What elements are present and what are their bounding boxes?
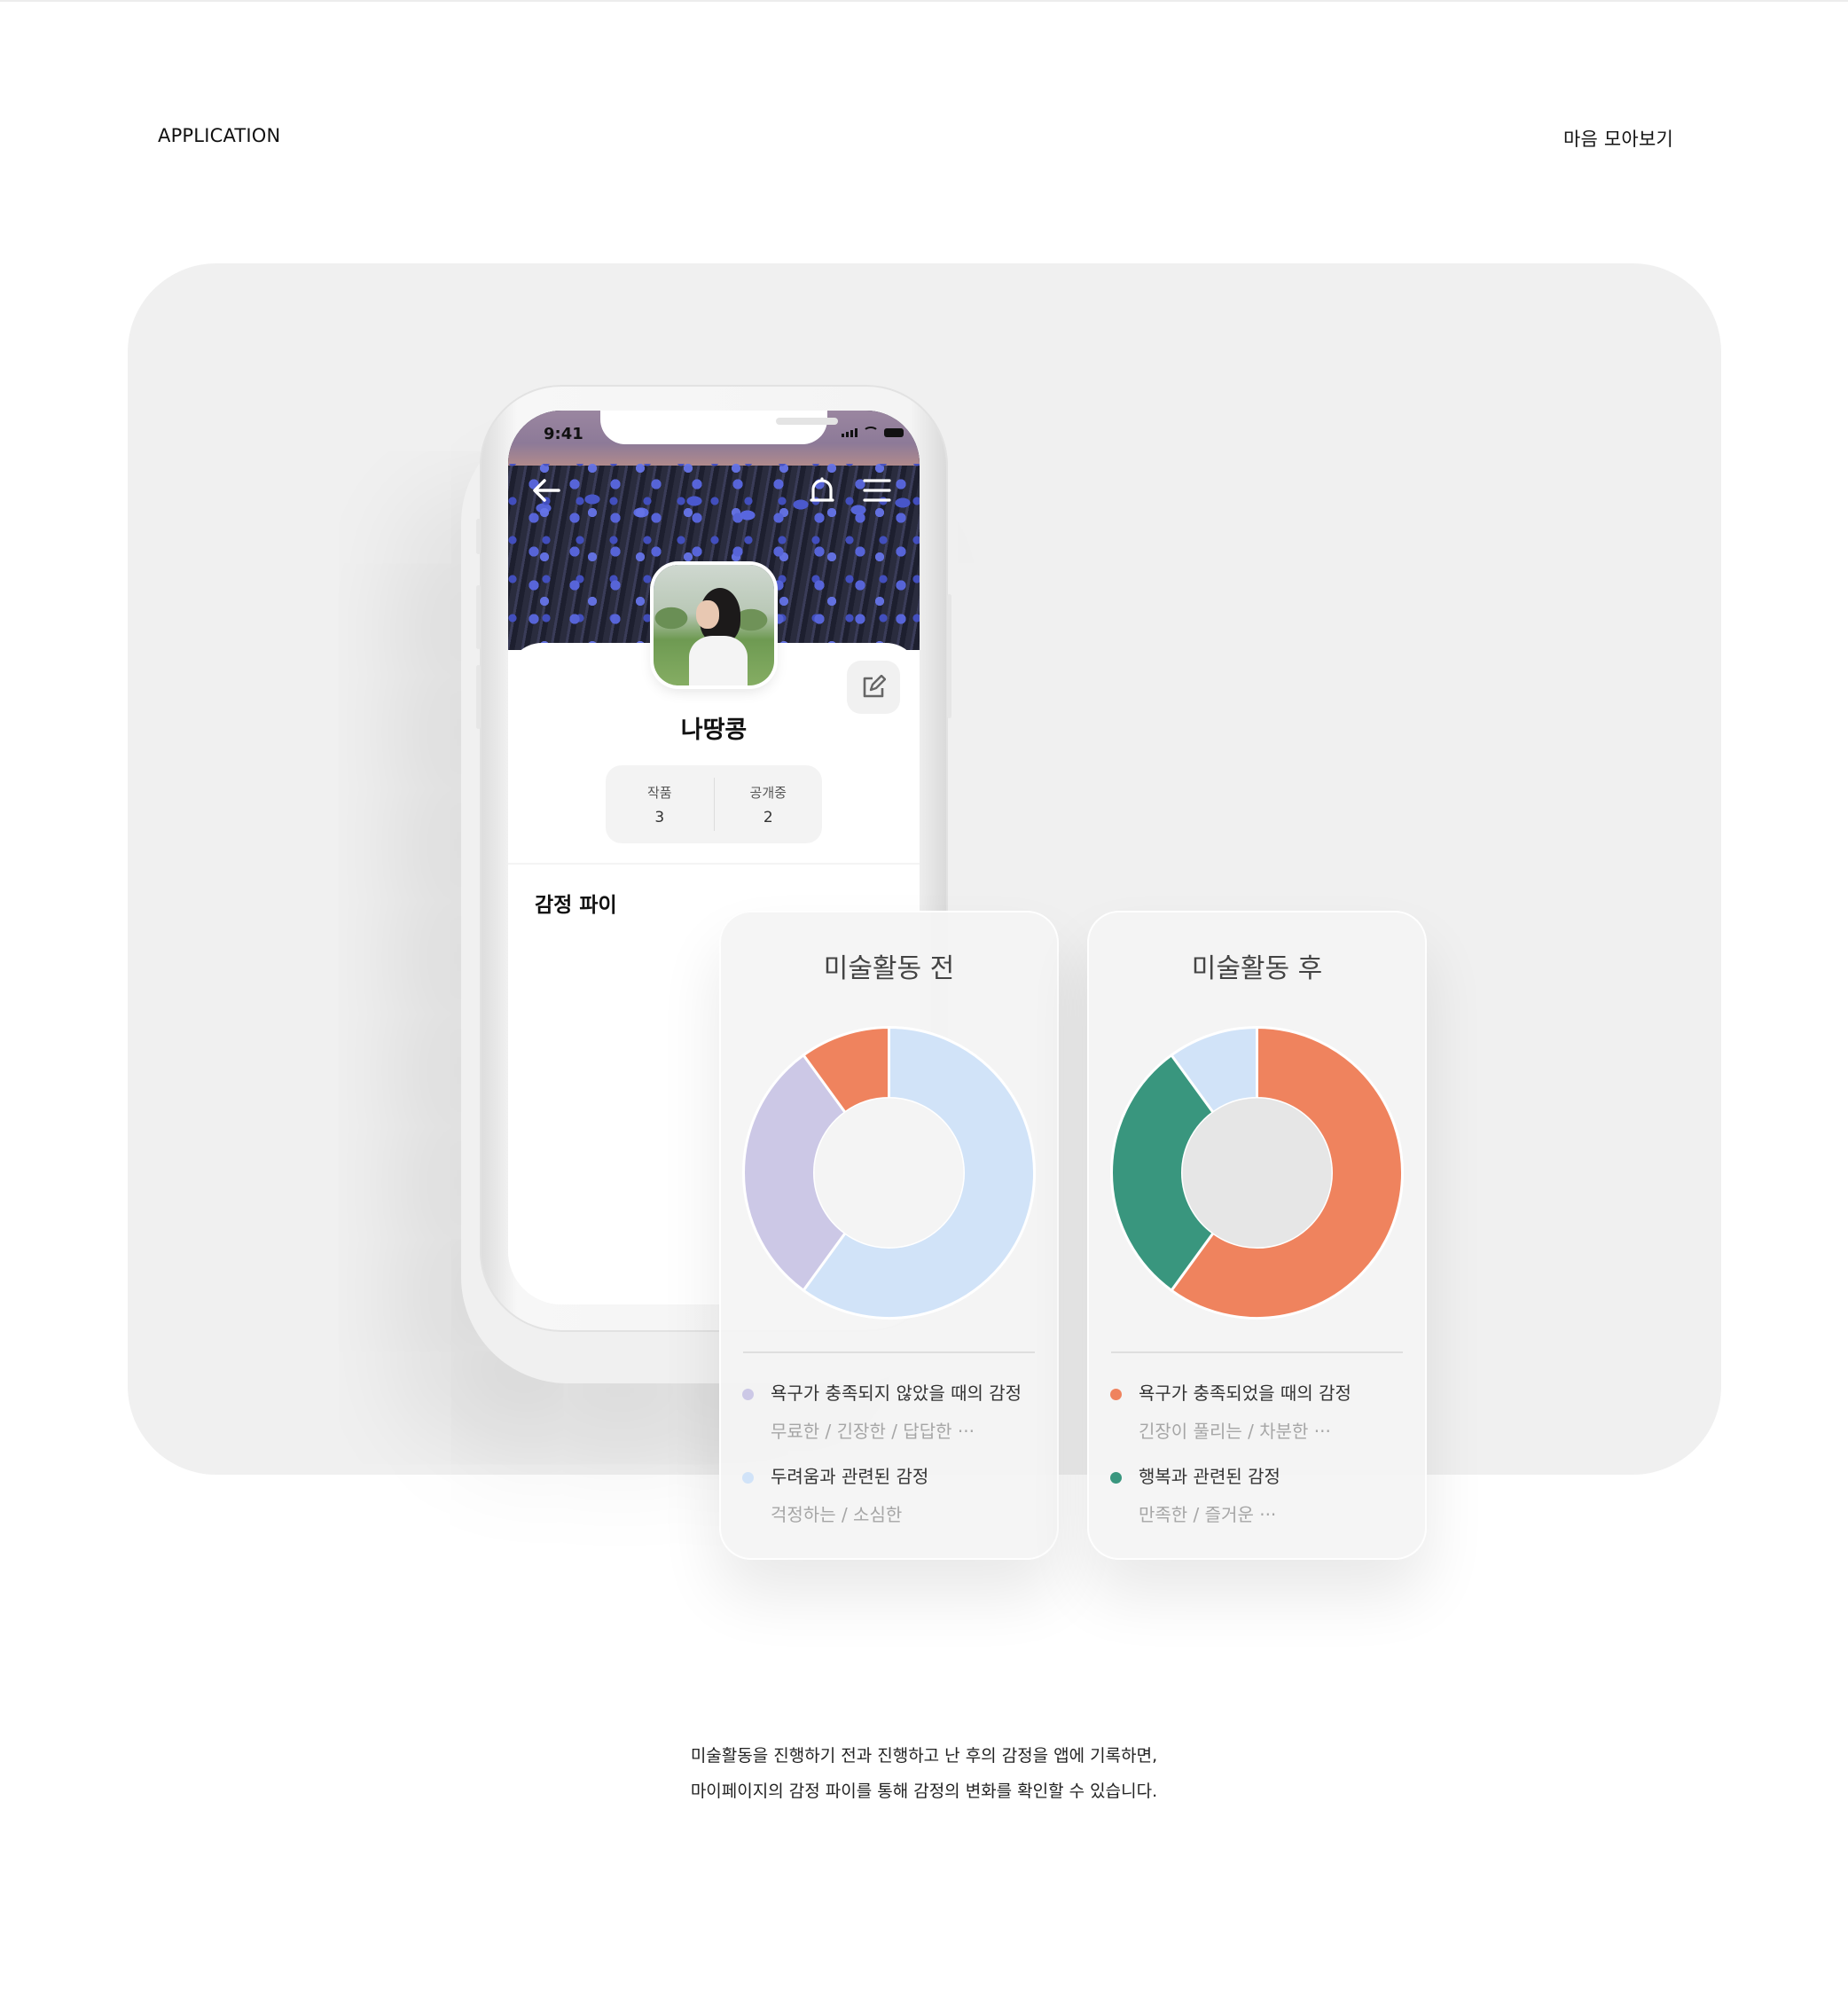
stat-public-label: 공개중 [749, 785, 787, 801]
card-after-activity: 미술활동 후 욕구가 충족되었을 때의 감정 긴장이 풀리는 / 차분한 ···… [1087, 911, 1427, 1560]
donut-hole [814, 1098, 964, 1248]
legend-after: 욕구가 충족되었을 때의 감정 긴장이 풀리는 / 차분한 ··· 행복과 관련… [1110, 1379, 1412, 1546]
emotion-pie-title: 감정 파이 [535, 894, 617, 917]
caption-line-1: 미술활동을 진행하기 전과 진행하고 난 후의 감정을 앱에 기록하면, [690, 1746, 1158, 1766]
battery-icon [884, 428, 904, 437]
card-before-activity: 미술활동 전 욕구가 충족되지 않았을 때의 감정 무료한 / 긴장한 / 답답… [719, 911, 1059, 1560]
back-arrow-icon[interactable] [531, 477, 561, 509]
card-after-divider [1111, 1351, 1403, 1353]
status-time: 9:41 [544, 425, 583, 443]
phone-volume-down [476, 665, 481, 729]
stat-works-value: 3 [654, 809, 665, 826]
stats-box: 작품 3 공개중 2 [606, 765, 822, 843]
legend-examples: 무료한 / 긴장한 / 답답한 ··· [771, 1421, 975, 1442]
card-after-title: 미술활동 후 [1191, 953, 1323, 984]
phone-mute-switch [476, 519, 481, 554]
phone-power-button [947, 594, 951, 718]
speaker [776, 418, 838, 425]
section-divider [508, 863, 920, 865]
username: 나땅콩 [680, 717, 748, 744]
card-before-divider [743, 1351, 1035, 1353]
notification-bell-icon[interactable] [810, 477, 834, 511]
profile-avatar[interactable] [654, 565, 774, 685]
donut-chart-after [1110, 1025, 1404, 1320]
top-border [0, 0, 1848, 2]
header-feature-label: 마음 모아보기 [1563, 129, 1673, 150]
edit-profile-button[interactable] [847, 661, 900, 714]
avatar-body [689, 636, 748, 685]
legend-dot [1110, 1472, 1122, 1484]
legend-item: 두려움과 관련된 감정 걱정하는 / 소심한 [742, 1462, 1044, 1546]
legend-dot [742, 1389, 754, 1400]
legend-dot [742, 1472, 754, 1484]
donut-chart-before [742, 1025, 1036, 1320]
avatar-face [696, 600, 719, 629]
status-icons [842, 427, 904, 439]
header-application-label: APPLICATION [158, 125, 281, 146]
stat-works-label: 작품 [646, 785, 672, 801]
legend-examples: 긴장이 풀리는 / 차분한 ··· [1139, 1421, 1331, 1442]
legend-item: 행복과 관련된 감정 만족한 / 즐거운 ··· [1110, 1462, 1412, 1546]
legend-examples: 만족한 / 즐거운 ··· [1139, 1504, 1277, 1525]
description-caption: 미술활동을 진행하기 전과 진행하고 난 후의 감정을 앱에 기록하면, 마이페… [0, 1738, 1848, 1809]
card-before-title: 미술활동 전 [823, 953, 955, 984]
legend-item: 욕구가 충족되지 않았을 때의 감정 무료한 / 긴장한 / 답답한 ··· [742, 1379, 1044, 1462]
legend-before: 욕구가 충족되지 않았을 때의 감정 무료한 / 긴장한 / 답답한 ··· 두… [742, 1379, 1044, 1546]
signal-icon [842, 428, 857, 437]
edit-icon [863, 675, 886, 698]
stat-public-value: 2 [763, 809, 773, 826]
legend-item: 욕구가 충족되었을 때의 감정 긴장이 풀리는 / 차분한 ··· [1110, 1379, 1412, 1462]
legend-examples: 걱정하는 / 소심한 [771, 1504, 903, 1525]
wifi-icon [863, 427, 879, 439]
legend-label: 욕구가 충족되지 않았을 때의 감정 [771, 1382, 1022, 1404]
legend-label: 욕구가 충족되었을 때의 감정 [1139, 1382, 1351, 1404]
menu-hamburger-icon[interactable] [863, 477, 891, 509]
phone-notch [600, 411, 838, 444]
stat-works[interactable]: 작품 3 [606, 765, 714, 843]
stat-public[interactable]: 공개중 2 [713, 778, 823, 831]
legend-dot [1110, 1389, 1122, 1400]
caption-line-2: 마이페이지의 감정 파이를 통해 감정의 변화를 확인할 수 있습니다. [690, 1782, 1158, 1801]
legend-label: 두려움과 관련된 감정 [771, 1466, 929, 1487]
donut-hole [1182, 1098, 1332, 1248]
phone-volume-up [476, 585, 481, 649]
legend-label: 행복과 관련된 감정 [1139, 1466, 1280, 1487]
